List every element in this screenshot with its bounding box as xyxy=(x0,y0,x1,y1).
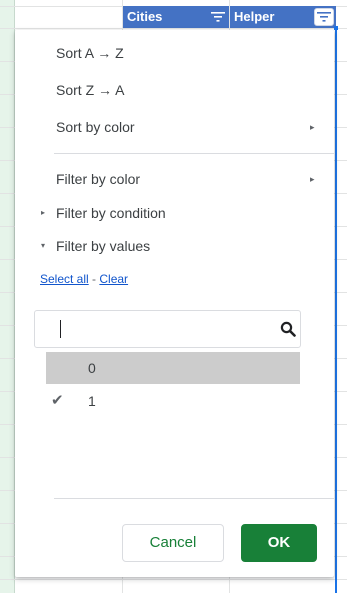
menu-sort-z-a-label: Sort Z → A xyxy=(56,82,125,98)
values-search-input[interactable] xyxy=(34,310,301,348)
menu-filter-by-values[interactable]: ▾ Filter by values xyxy=(15,230,334,262)
submenu-arrow-icon: ▸ xyxy=(310,122,315,132)
text-caret xyxy=(60,320,61,338)
menu-sort-by-color-label: Sort by color xyxy=(56,119,135,135)
ok-button[interactable]: OK xyxy=(241,524,317,562)
filter-icon xyxy=(317,12,331,22)
expanded-triangle-icon: ▾ xyxy=(41,241,46,250)
clear-link[interactable]: Clear xyxy=(99,272,128,286)
value-option-1[interactable]: ✔ 1 xyxy=(46,385,300,417)
menu-filter-by-condition[interactable]: ▸ Filter by condition xyxy=(15,197,334,229)
menu-sort-a-z[interactable]: Sort A → Z xyxy=(15,37,334,69)
header-cell-cities[interactable]: Cities xyxy=(123,6,229,28)
value-option-label: 1 xyxy=(88,393,96,409)
checkmark-icon: ✔ xyxy=(51,392,64,409)
header-label-helper: Helper xyxy=(234,9,275,24)
menu-divider xyxy=(54,153,334,154)
menu-filter-by-values-label: Filter by values xyxy=(56,238,151,254)
value-option-0[interactable]: 0 xyxy=(46,352,300,384)
row-number-column xyxy=(0,0,15,593)
row-divider xyxy=(0,579,347,580)
menu-filter-by-color-label: Filter by color xyxy=(56,171,141,187)
value-option-label: 0 xyxy=(88,360,96,376)
filter-menu: Sort A → Z Sort Z → A Sort by color ▸ Fi… xyxy=(15,30,334,577)
menu-sort-a-z-label: Sort A → Z xyxy=(56,45,124,61)
menu-sort-by-color[interactable]: Sort by color ▸ xyxy=(15,111,334,143)
menu-divider xyxy=(54,498,334,499)
header-cell-helper[interactable]: Helper xyxy=(230,6,336,28)
collapsed-triangle-icon: ▸ xyxy=(41,208,46,217)
menu-filter-by-color[interactable]: Filter by color ▸ xyxy=(15,163,334,195)
selection-border xyxy=(335,28,337,593)
search-icon[interactable] xyxy=(280,321,296,337)
active-filter-button[interactable] xyxy=(314,8,334,26)
row-divider xyxy=(0,28,347,29)
link-separator: - xyxy=(88,272,100,286)
header-label-cities: Cities xyxy=(127,9,163,24)
menu-sort-z-a[interactable]: Sort Z → A xyxy=(15,74,334,106)
select-all-link[interactable]: Select all xyxy=(40,272,89,286)
select-links: Select all - Clear xyxy=(40,272,128,286)
cancel-button[interactable]: Cancel xyxy=(122,524,224,562)
selection-handle[interactable] xyxy=(334,26,338,30)
filter-icon[interactable] xyxy=(211,11,225,23)
submenu-arrow-icon: ▸ xyxy=(310,174,315,184)
menu-filter-by-condition-label: Filter by condition xyxy=(56,205,166,221)
